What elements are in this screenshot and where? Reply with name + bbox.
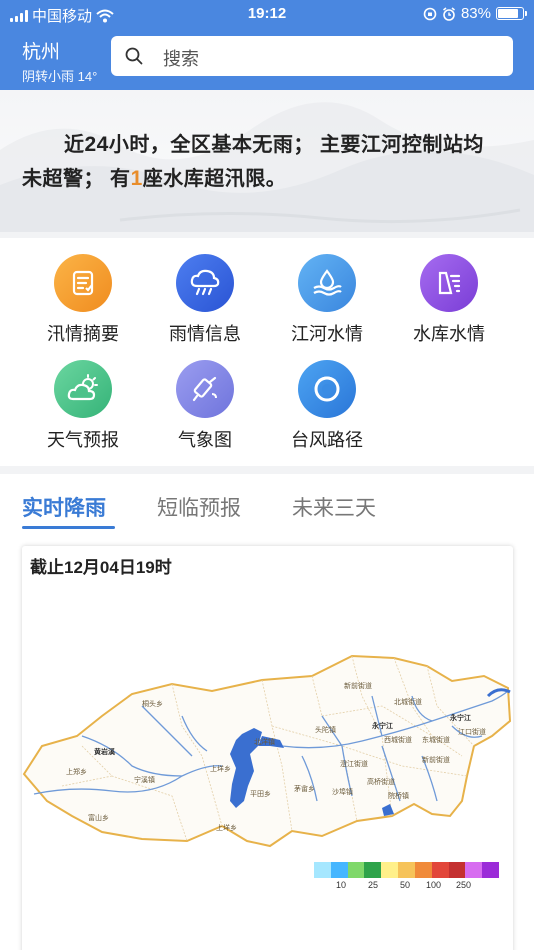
legend-ticks: 10 25 50 100 250 bbox=[336, 880, 472, 890]
search-placeholder[interactable]: 搜索 bbox=[163, 45, 199, 71]
rainfall-map-card[interactable]: 截止12月04日19时 新前街道 北城街道 桐头乡 永宁江 头陀镇 永宁江 江口… bbox=[22, 546, 513, 950]
svg-text:上垟乡: 上垟乡 bbox=[210, 764, 231, 773]
rotation-lock-icon bbox=[423, 7, 437, 20]
svg-text:富山乡: 富山乡 bbox=[88, 813, 109, 822]
svg-text:西城街道: 西城街道 bbox=[384, 735, 412, 744]
status-bar: 中国移动 19:12 83% bbox=[0, 0, 534, 28]
rainfall-map[interactable]: 新前街道 北城街道 桐头乡 永宁江 头陀镇 永宁江 江口街道 北洋镇 西城街道 … bbox=[22, 636, 513, 856]
svg-text:上郑乡: 上郑乡 bbox=[66, 767, 87, 776]
rainfall-legend: 10 25 50 100 250 bbox=[314, 862, 499, 892]
legend-swatch bbox=[431, 862, 449, 878]
svg-text:宁溪镇: 宁溪镇 bbox=[134, 775, 155, 784]
svg-text:新前街道: 新前街道 bbox=[422, 755, 450, 764]
svg-text:北洋镇: 北洋镇 bbox=[254, 737, 275, 746]
city-name[interactable]: 杭州 bbox=[22, 37, 97, 64]
legend-swatch bbox=[482, 862, 499, 878]
legend-swatch bbox=[314, 862, 331, 878]
legend-swatch bbox=[347, 862, 365, 878]
menu-reservoir-water[interactable]: 水库水情 bbox=[394, 254, 504, 346]
satellite-icon bbox=[176, 360, 234, 418]
menu-river-water[interactable]: 江河水情 bbox=[272, 254, 382, 346]
active-tab-indicator bbox=[22, 526, 115, 529]
legend-swatch bbox=[448, 862, 466, 878]
header: 杭州 阴转小雨 14° 搜索 bbox=[0, 28, 534, 90]
reservoir-icon bbox=[420, 254, 478, 312]
svg-text:澄江街道: 澄江街道 bbox=[340, 759, 368, 768]
svg-text:黄岩溪: 黄岩溪 bbox=[94, 747, 116, 756]
battery-percent: 83% bbox=[460, 5, 491, 22]
tab-realtime-rain[interactable]: 实时降雨 bbox=[22, 492, 106, 522]
summary-text: 近24小时，全区基本无雨； 主要江河控制站均未超警； 有1座水库超汛限。 bbox=[22, 133, 484, 190]
search-icon bbox=[125, 47, 143, 65]
legend-color-scale bbox=[314, 862, 499, 878]
svg-text:东城街道: 东城街道 bbox=[422, 735, 450, 744]
rainfall-section: 实时降雨 短临预报 未来三天 截止12月04日19时 新前街道 北城街道 桐头乡… bbox=[0, 474, 534, 950]
svg-text:沙埠镇: 沙埠镇 bbox=[332, 787, 353, 796]
menu-weather-forecast[interactable]: 天气预报 bbox=[28, 360, 138, 452]
tab-three-day-forecast[interactable]: 未来三天 bbox=[292, 492, 376, 522]
battery-icon bbox=[496, 7, 527, 20]
city-selector[interactable]: 杭州 阴转小雨 14° bbox=[22, 37, 97, 85]
river-water-icon bbox=[298, 254, 356, 312]
legend-swatch bbox=[364, 862, 382, 878]
typhoon-icon bbox=[298, 360, 356, 418]
menu-meteorological-map[interactable]: 气象图 bbox=[150, 360, 260, 452]
svg-text:北城街道: 北城街道 bbox=[394, 697, 422, 706]
legend-swatch bbox=[381, 862, 399, 878]
svg-text:江口街道: 江口街道 bbox=[458, 727, 486, 736]
svg-text:高桥街道: 高桥街道 bbox=[367, 777, 395, 786]
function-menu: 汛情摘要 雨情信息 江河水情 水库水情 天气预报 气象图 台风路径 bbox=[0, 238, 534, 466]
legend-swatch bbox=[465, 862, 483, 878]
map-timestamp: 截止12月04日19时 bbox=[30, 558, 172, 577]
rain-cloud-icon bbox=[176, 254, 234, 312]
svg-text:永宁江: 永宁江 bbox=[449, 713, 471, 722]
svg-text:院桥镇: 院桥镇 bbox=[388, 791, 409, 800]
legend-swatch bbox=[414, 862, 432, 878]
svg-text:茅畲乡: 茅畲乡 bbox=[294, 784, 315, 793]
legend-swatch bbox=[330, 862, 348, 878]
svg-text:永宁江: 永宁江 bbox=[371, 721, 393, 730]
svg-text:上垟乡: 上垟乡 bbox=[216, 823, 237, 832]
legend-swatch bbox=[398, 862, 415, 878]
city-weather: 阴转小雨 14° bbox=[22, 69, 98, 84]
flood-summary-banner: 近24小时，全区基本无雨； 主要江河控制站均未超警； 有1座水库超汛限。 bbox=[0, 90, 534, 232]
menu-typhoon-path[interactable]: 台风路径 bbox=[272, 360, 382, 452]
menu-rain-info[interactable]: 雨情信息 bbox=[150, 254, 260, 346]
alarm-icon bbox=[442, 6, 455, 21]
svg-text:头陀镇: 头陀镇 bbox=[315, 725, 336, 734]
weather-icon bbox=[54, 360, 112, 418]
tab-short-forecast[interactable]: 短临预报 bbox=[157, 492, 241, 522]
report-icon bbox=[54, 254, 112, 312]
svg-text:新前街道: 新前街道 bbox=[344, 681, 372, 690]
menu-flood-summary[interactable]: 汛情摘要 bbox=[28, 254, 138, 346]
search-bar[interactable]: 搜索 bbox=[111, 36, 513, 76]
svg-text:平田乡: 平田乡 bbox=[250, 790, 271, 798]
svg-text:桐头乡: 桐头乡 bbox=[142, 699, 163, 708]
